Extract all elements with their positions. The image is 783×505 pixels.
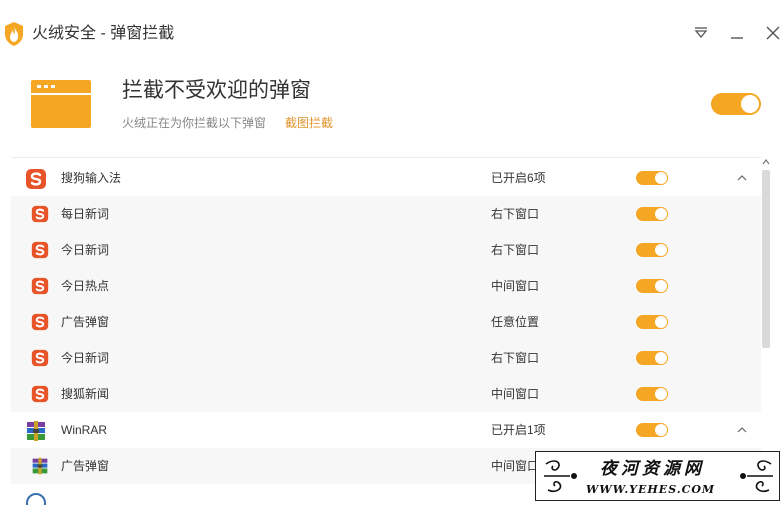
- ornament-icon: [740, 460, 773, 493]
- item-status: 中间窗口: [491, 279, 540, 293]
- group-row: WinRAR 已开启1项: [11, 412, 761, 448]
- item-name: 搜狐新闻: [61, 387, 110, 401]
- sogou-icon: [31, 205, 49, 223]
- toggle-knob: [655, 172, 667, 184]
- item-status: 中间窗口: [491, 387, 540, 401]
- title-bar: 火绒安全 - 弹窗拦截: [0, 0, 783, 68]
- toggle-knob: [655, 280, 667, 292]
- sogou-icon: [31, 241, 49, 259]
- item-name: 搜狗输入法: [61, 171, 122, 185]
- screenshot-block-link[interactable]: 截图拦截: [285, 115, 333, 131]
- winrar-icon: [32, 457, 48, 475]
- ornament-icon: [544, 460, 577, 493]
- item-toggle[interactable]: [636, 351, 668, 365]
- item-name: 广告弹窗: [61, 459, 110, 473]
- list-item: 今日新词 右下窗口: [11, 340, 761, 376]
- sogou-icon: [31, 313, 49, 331]
- list-item: 每日新词 右下窗口: [11, 196, 761, 232]
- window-title: 火绒安全 - 弹窗拦截: [32, 25, 175, 42]
- item-name: 每日新词: [61, 207, 110, 221]
- item-toggle[interactable]: [636, 279, 668, 293]
- sogou-icon: [31, 349, 49, 367]
- toggle-knob: [655, 388, 667, 400]
- list-item: 搜狐新闻 中间窗口: [11, 376, 761, 412]
- huorong-shield-icon: [5, 22, 23, 46]
- item-name: 今日热点: [61, 279, 110, 293]
- toggle-knob: [655, 208, 667, 220]
- item-toggle[interactable]: [636, 243, 668, 257]
- sogou-icon: [31, 277, 49, 295]
- list-item: 今日新词 右下窗口: [11, 232, 761, 268]
- toggle-knob: [655, 244, 667, 256]
- watermark-title: 夜河资源网: [600, 459, 705, 479]
- item-status: 右下窗口: [491, 207, 540, 221]
- chevron-up-icon[interactable]: [736, 424, 748, 436]
- chevron-up-icon[interactable]: [736, 172, 748, 184]
- toggle-knob: [655, 424, 667, 436]
- group-row: 搜狗输入法 已开启6项: [11, 160, 761, 196]
- app-icon: [26, 493, 46, 505]
- page-subtitle: 火绒正在为你拦截以下弹窗: [122, 116, 267, 130]
- item-toggle[interactable]: [636, 423, 668, 437]
- item-status: 任意位置: [491, 315, 540, 329]
- page-title: 拦截不受欢迎的弹窗: [122, 79, 311, 102]
- list-item: 今日热点 中间窗口: [11, 268, 761, 304]
- item-status: 已开启1项: [491, 423, 546, 437]
- close-icon[interactable]: [762, 22, 783, 44]
- item-toggle[interactable]: [636, 171, 668, 185]
- item-toggle[interactable]: [636, 207, 668, 221]
- sogou-icon: [26, 169, 46, 189]
- toggle-knob: [655, 352, 667, 364]
- winrar-icon: [27, 421, 45, 441]
- item-toggle[interactable]: [636, 315, 668, 329]
- popup-window-icon: [31, 80, 91, 128]
- watermark: 夜河资源网 WWW.YEHES.COM: [535, 451, 780, 501]
- item-name: 广告弹窗: [61, 315, 110, 329]
- item-name: 今日新词: [61, 351, 110, 365]
- sogou-icon: [31, 385, 49, 403]
- item-toggle[interactable]: [636, 387, 668, 401]
- scroll-up-arrow-icon[interactable]: [762, 158, 770, 166]
- item-status: 中间窗口: [491, 459, 540, 473]
- master-toggle[interactable]: [711, 93, 761, 115]
- item-status: 右下窗口: [491, 351, 540, 365]
- item-name: WinRAR: [61, 423, 108, 437]
- watermark-url: WWW.YEHES.COM: [586, 483, 716, 496]
- item-name: 今日新词: [61, 243, 110, 257]
- list-item: 广告弹窗 任意位置: [11, 304, 761, 340]
- toggle-knob: [741, 95, 759, 113]
- item-status: 右下窗口: [491, 243, 540, 257]
- dropdown-menu-icon[interactable]: [690, 22, 712, 44]
- minimize-icon[interactable]: [726, 22, 748, 44]
- toggle-knob: [655, 316, 667, 328]
- item-status: 已开启6项: [491, 171, 546, 185]
- scrollbar-thumb[interactable]: [762, 170, 770, 348]
